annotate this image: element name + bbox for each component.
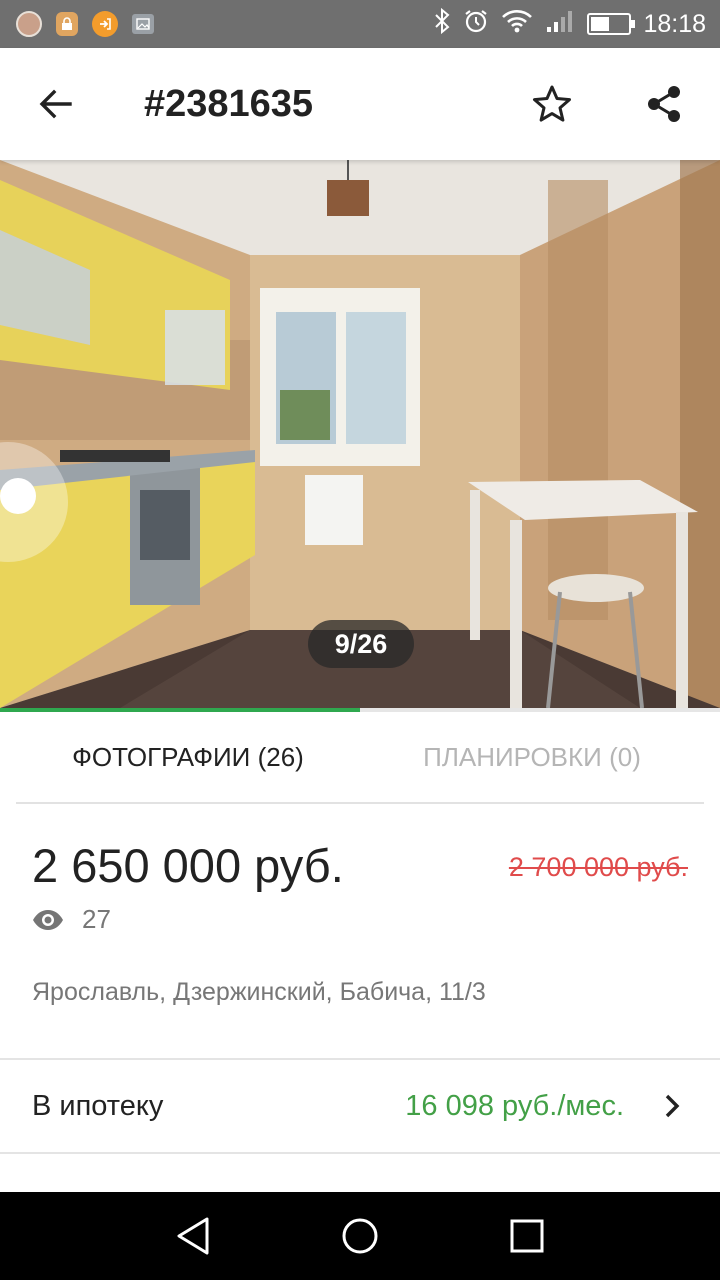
circle-home-icon <box>342 1218 378 1254</box>
triangle-back-icon <box>177 1217 209 1255</box>
lock-app-icon <box>56 12 78 36</box>
star-outline-icon <box>533 85 571 122</box>
share-button[interactable] <box>608 48 720 160</box>
square-recents-icon <box>510 1219 544 1253</box>
image-icon <box>132 14 154 34</box>
eye-icon <box>33 909 63 930</box>
page-title: #2381635 <box>144 82 314 125</box>
favorite-button[interactable] <box>496 48 608 160</box>
wifi-icon <box>501 9 533 40</box>
mortgage-label: В ипотеку <box>32 1089 164 1122</box>
address: Ярославль, Дзержинский, Бабича, 11/3 <box>32 978 486 1006</box>
photo-gallery[interactable]: 9/26 <box>0 160 720 708</box>
mortgage-row[interactable]: В ипотеку 16 098 руб./мес. <box>0 1060 720 1152</box>
views-value: 27 <box>82 904 111 934</box>
mortgage-value: 16 098 руб./мес. <box>405 1089 624 1122</box>
app-toolbar: #2381635 <box>0 48 720 160</box>
alarm-icon <box>463 8 489 41</box>
tab-floor-plans[interactable]: ПЛАНИРОВКИ (0) <box>360 712 704 802</box>
avatar-icon <box>16 11 42 37</box>
current-price: 2 650 000 руб. <box>32 839 344 892</box>
system-navigation-bar <box>0 1192 720 1280</box>
status-bar: 18:18 <box>0 0 720 48</box>
tab-photos[interactable]: ФОТОГРАФИИ (26) <box>16 712 360 802</box>
back-button[interactable] <box>0 48 112 160</box>
share-icon <box>648 86 680 122</box>
photo-counter: 9/26 <box>308 620 414 668</box>
clock: 18:18 <box>643 9 706 38</box>
login-app-icon <box>92 11 118 37</box>
views-count: 27 <box>32 904 111 935</box>
old-price: 2 700 000 руб. <box>508 852 688 882</box>
nav-home-button[interactable] <box>320 1196 400 1276</box>
media-tabs: ФОТОГРАФИИ (26) ПЛАНИРОВКИ (0) <box>16 712 704 804</box>
nav-back-button[interactable] <box>153 1196 233 1276</box>
battery-icon <box>587 13 636 35</box>
chevron-right-icon <box>624 1092 720 1120</box>
bluetooth-icon <box>433 7 451 41</box>
arrow-left-icon <box>39 89 72 119</box>
previous-photo-indicator <box>0 478 36 514</box>
divider <box>0 1152 720 1154</box>
nav-recents-button[interactable] <box>487 1196 567 1276</box>
signal-icon <box>545 9 575 40</box>
